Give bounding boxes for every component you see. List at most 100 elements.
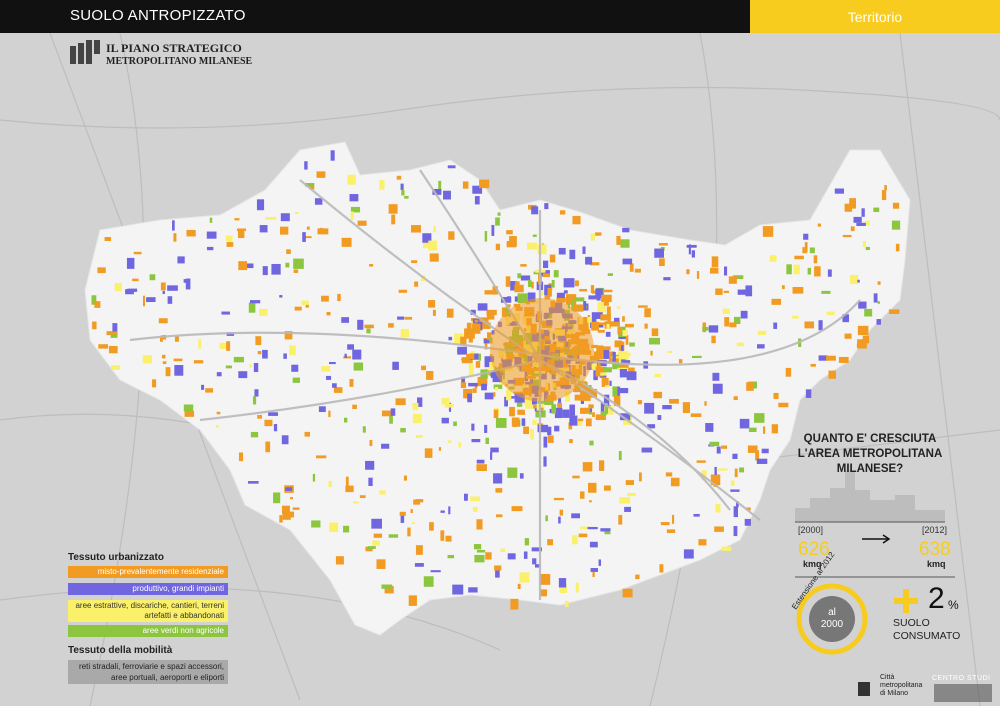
urban-patch bbox=[622, 588, 633, 598]
urban-patch bbox=[470, 351, 475, 354]
urban-patch bbox=[734, 468, 738, 478]
urban-patch bbox=[399, 511, 406, 516]
urban-patch bbox=[328, 361, 336, 365]
urban-patch bbox=[400, 428, 406, 433]
infobox-graphics bbox=[795, 470, 992, 702]
urban-patch bbox=[551, 279, 555, 288]
urban-patch bbox=[273, 492, 281, 504]
urban-patch bbox=[891, 220, 901, 230]
urban-patch bbox=[462, 181, 469, 189]
urban-patch bbox=[600, 528, 611, 532]
urban-patch bbox=[252, 396, 257, 405]
urban-patch bbox=[539, 573, 551, 585]
urban-patch bbox=[162, 354, 166, 359]
urban-patch bbox=[415, 435, 423, 438]
urban-patch bbox=[379, 490, 386, 495]
urban-patch bbox=[314, 198, 323, 205]
section-tab[interactable]: Territorio bbox=[750, 0, 1000, 33]
urban-patch bbox=[589, 440, 594, 446]
urban-patch bbox=[864, 308, 873, 317]
urban-patch bbox=[728, 276, 737, 284]
urban-patch bbox=[702, 326, 709, 331]
unit-end: kmq bbox=[927, 559, 946, 569]
urban-patch bbox=[114, 282, 122, 292]
urban-patch bbox=[292, 507, 300, 510]
urban-patch bbox=[174, 365, 184, 376]
urban-patch bbox=[389, 415, 393, 424]
urban-patch bbox=[328, 480, 332, 488]
urban-patch bbox=[747, 445, 758, 453]
urban-patch bbox=[379, 180, 385, 190]
urban-patch bbox=[712, 383, 723, 394]
urban-patch bbox=[493, 409, 499, 419]
urban-patch bbox=[665, 472, 673, 477]
urban-patch bbox=[556, 292, 565, 298]
urban-patch bbox=[572, 535, 578, 545]
urban-patch bbox=[598, 460, 605, 471]
urban-patch bbox=[554, 425, 560, 432]
urban-patch bbox=[617, 386, 620, 396]
ring-inner-line-1: al bbox=[828, 607, 836, 618]
urban-patch bbox=[773, 322, 778, 329]
urban-patch bbox=[347, 344, 355, 350]
urban-patch bbox=[407, 527, 411, 537]
urban-patch bbox=[312, 473, 316, 482]
urban-patch bbox=[234, 218, 240, 221]
urban-patch bbox=[618, 514, 623, 525]
urban-patch bbox=[551, 404, 557, 414]
urban-patch bbox=[572, 215, 581, 225]
urban-patch bbox=[562, 409, 570, 418]
urban-patch bbox=[460, 382, 467, 389]
logo-line-2: METROPOLITANO MILANESE bbox=[106, 56, 253, 67]
urban-patch bbox=[651, 328, 659, 337]
urban-patch bbox=[723, 290, 729, 293]
urban-patch bbox=[629, 342, 635, 347]
urban-patch bbox=[328, 410, 331, 418]
urban-patch bbox=[696, 460, 706, 463]
urban-patch bbox=[343, 417, 348, 423]
urban-patch bbox=[458, 442, 462, 448]
urban-patch bbox=[186, 229, 196, 237]
urban-patch bbox=[881, 190, 887, 201]
urban-patch bbox=[271, 263, 281, 275]
urban-patch bbox=[471, 423, 475, 431]
urban-patch bbox=[428, 240, 438, 251]
year-start: [2000] bbox=[798, 525, 824, 535]
urban-patch bbox=[724, 266, 728, 276]
urban-patch bbox=[709, 267, 719, 274]
urban-patch bbox=[603, 367, 612, 373]
urban-patch bbox=[410, 509, 413, 514]
urban-patch bbox=[349, 378, 354, 387]
urban-patch bbox=[667, 350, 672, 354]
urban-patch bbox=[527, 279, 532, 288]
urban-patch bbox=[248, 302, 256, 313]
urban-patch bbox=[582, 462, 593, 472]
urban-patch bbox=[294, 211, 299, 215]
urban-patch bbox=[506, 230, 513, 235]
infobox-question: QUANTO E' CRESCIUTA L'AREA METROPOLITANA… bbox=[797, 433, 943, 475]
urban-patch bbox=[771, 424, 779, 434]
urban-patch bbox=[403, 475, 407, 481]
urban-patch bbox=[177, 256, 185, 264]
urban-patch bbox=[589, 541, 598, 548]
growth-label-2: CONSUMATO bbox=[893, 630, 961, 642]
urban-patch bbox=[209, 217, 213, 223]
urban-patch bbox=[248, 481, 259, 484]
urban-patch bbox=[884, 185, 887, 191]
urban-patch bbox=[372, 540, 380, 546]
urban-patch bbox=[619, 369, 628, 378]
urban-patch bbox=[185, 278, 191, 290]
urban-patch bbox=[350, 211, 354, 220]
urban-patch bbox=[605, 385, 610, 388]
urban-patch bbox=[711, 256, 719, 268]
ring-inner: al 2000 bbox=[809, 596, 855, 642]
urban-patch bbox=[600, 314, 611, 321]
urban-patch bbox=[401, 190, 405, 196]
legend-item-mobility: reti stradali, ferroviarie e spazi acces… bbox=[68, 660, 228, 684]
urban-patch bbox=[834, 188, 844, 194]
urban-patch bbox=[715, 288, 723, 295]
urban-patch bbox=[476, 519, 483, 530]
urban-patch bbox=[604, 531, 611, 535]
urban-patch bbox=[362, 426, 366, 433]
urban-patch bbox=[441, 397, 450, 405]
